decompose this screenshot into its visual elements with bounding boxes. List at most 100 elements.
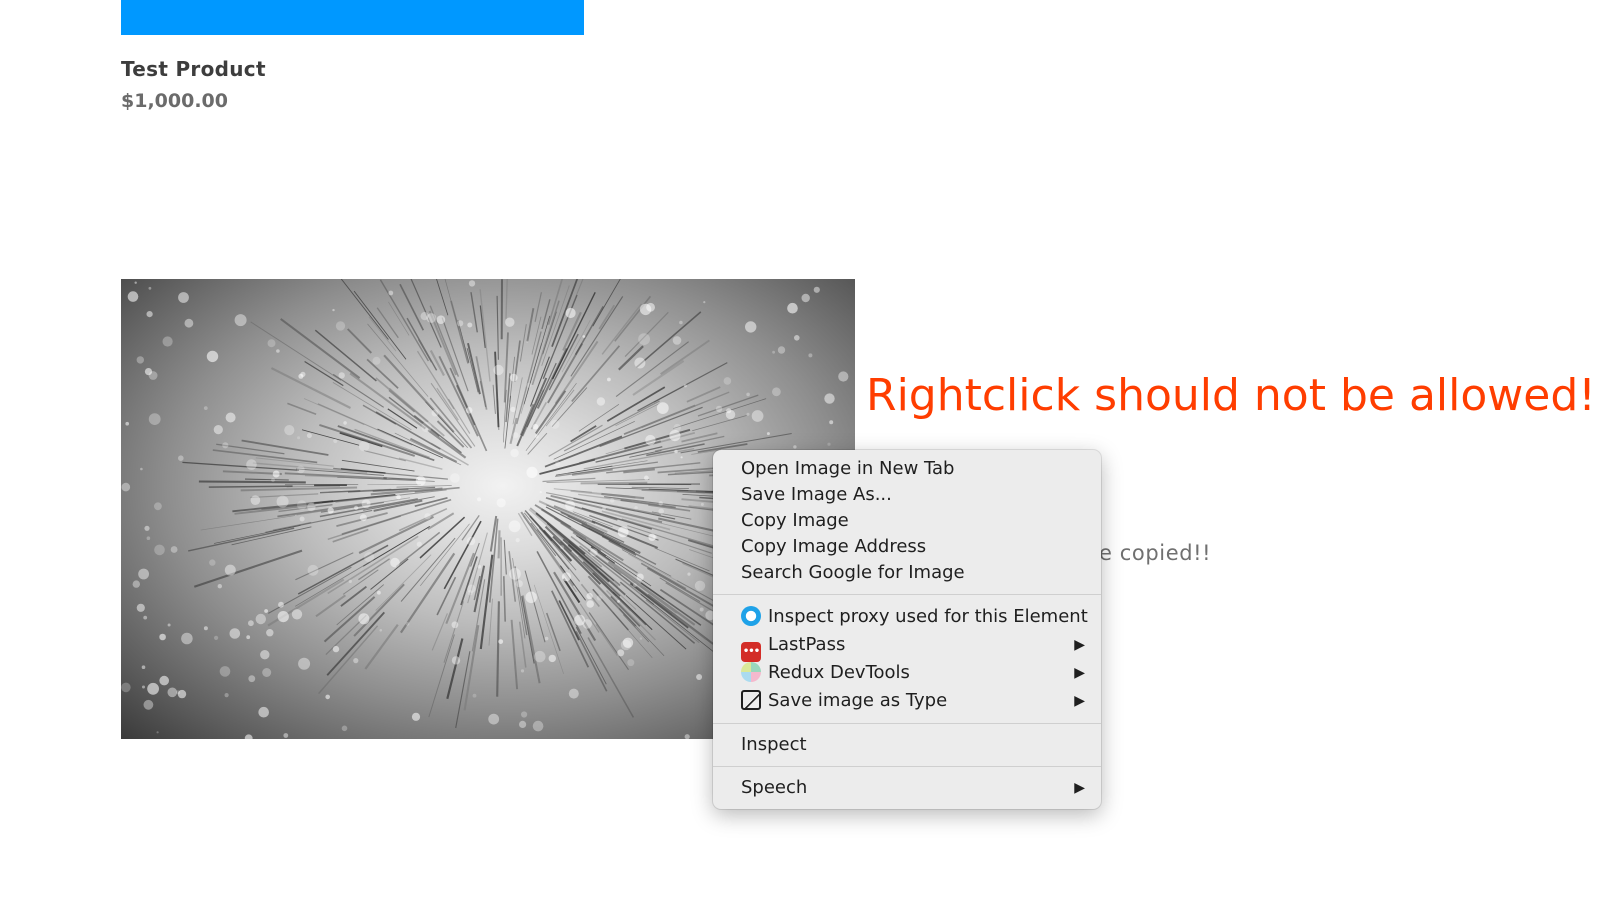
tree-branch — [559, 565, 587, 601]
snow-patch — [431, 409, 439, 417]
tree-branch — [388, 301, 410, 336]
menu-inspect[interactable]: Inspect — [713, 732, 1101, 758]
snow-patch — [555, 461, 561, 467]
snow-patch — [669, 430, 681, 442]
menu-open-image-new-tab[interactable]: Open Image in New Tab — [713, 456, 1101, 482]
snow-patch — [519, 720, 527, 728]
proxy-icon — [741, 606, 761, 626]
snow-patch — [125, 421, 129, 426]
snow-patch — [622, 637, 634, 648]
snow-patch — [298, 657, 311, 670]
snow-patch — [602, 506, 606, 511]
snow-patch — [203, 626, 208, 631]
tree-branch — [554, 340, 599, 405]
snow-patch — [136, 356, 144, 364]
snow-patch — [772, 387, 781, 397]
tree-branch — [621, 549, 672, 577]
snow-patch — [143, 615, 148, 620]
tree-branch — [488, 598, 493, 646]
tree-branch — [545, 612, 561, 652]
tree-branch — [505, 279, 508, 319]
snow-patch — [679, 320, 683, 325]
snow-patch — [267, 339, 276, 348]
snow-patch — [700, 502, 704, 506]
snow-patch — [596, 595, 602, 601]
tree-branch — [419, 516, 466, 559]
snow-patch — [132, 580, 140, 588]
tree-branch — [409, 437, 458, 463]
menu-search-google-image[interactable]: Search Google for Image — [713, 560, 1101, 586]
snow-patch — [674, 449, 678, 454]
menu-lastpass[interactable]: ••• LastPass ▶ — [713, 631, 1101, 662]
tree-branch — [244, 478, 289, 481]
product-price: $1,000.00 — [121, 90, 228, 112]
snow-patch — [291, 609, 303, 620]
tree-branch — [270, 367, 351, 409]
menu-save-image-as-type[interactable]: Save image as Type ▶ — [713, 687, 1101, 715]
snow-patch — [358, 613, 370, 625]
snow-patch — [751, 410, 764, 422]
tree-branch — [615, 341, 689, 398]
snow-patch — [136, 603, 145, 612]
menu-speech-label: Speech — [741, 777, 808, 798]
snow-patch — [159, 633, 166, 641]
snow-patch — [217, 584, 222, 589]
snow-patch — [787, 302, 798, 314]
snow-patch — [467, 590, 473, 596]
snow-patch — [515, 580, 523, 588]
snow-patch — [550, 419, 560, 429]
snow-patch — [325, 694, 330, 700]
tree-branch — [525, 383, 577, 451]
snow-patch — [307, 564, 319, 576]
snow-patch — [214, 635, 219, 640]
snow-patch — [451, 656, 461, 665]
menu-copy-image-address[interactable]: Copy Image Address — [713, 534, 1101, 560]
tree-branch — [347, 328, 372, 354]
snow-patch — [144, 368, 153, 376]
snow-patch — [526, 466, 538, 478]
snow-patch — [539, 491, 542, 494]
snow-patch — [687, 572, 691, 576]
snow-patch — [746, 392, 750, 397]
snow-patch — [526, 340, 529, 343]
snow-patch — [248, 675, 256, 683]
snow-patch — [793, 445, 797, 449]
tree-branch — [363, 450, 406, 462]
menu-save-image-as[interactable]: Save Image As... — [713, 482, 1101, 508]
snow-patch — [772, 350, 775, 354]
menu-inspect-proxy[interactable]: Inspect proxy used for this Element — [713, 603, 1101, 631]
tree-branch — [516, 331, 542, 425]
snow-patch — [726, 408, 732, 414]
snow-patch — [450, 473, 460, 483]
menu-speech[interactable]: Speech ▶ — [713, 775, 1101, 801]
submenu-arrow-icon: ▶ — [1074, 693, 1085, 709]
snow-patch — [258, 706, 269, 718]
snow-patch — [372, 356, 381, 365]
snow-patch — [415, 475, 426, 486]
tree-branch — [368, 316, 397, 352]
menu-redux-devtools[interactable]: Redux DevTools ▶ — [713, 659, 1101, 687]
snow-patch — [582, 335, 586, 338]
snow-patch — [672, 336, 682, 345]
snow-patch — [715, 405, 723, 413]
snow-patch — [510, 406, 516, 413]
menu-copy-image[interactable]: Copy Image — [713, 508, 1101, 534]
snow-patch — [838, 371, 849, 382]
tree-branch — [604, 496, 722, 512]
tree-branch — [518, 621, 527, 668]
product-image-bar[interactable] — [121, 0, 584, 35]
tree-branch — [496, 295, 499, 360]
snow-patch — [284, 425, 295, 436]
snow-patch — [364, 552, 375, 563]
tree-branch — [399, 283, 425, 331]
product-name[interactable]: Test Product — [121, 57, 266, 81]
snow-patch — [142, 685, 145, 689]
snow-patch — [266, 629, 274, 637]
snow-patch — [297, 436, 301, 440]
tree-branch — [496, 601, 500, 697]
snow-patch — [203, 406, 208, 410]
image-icon — [741, 690, 761, 710]
tree-branch — [188, 527, 295, 552]
tree-branch — [214, 525, 301, 544]
snow-patch — [377, 590, 381, 595]
